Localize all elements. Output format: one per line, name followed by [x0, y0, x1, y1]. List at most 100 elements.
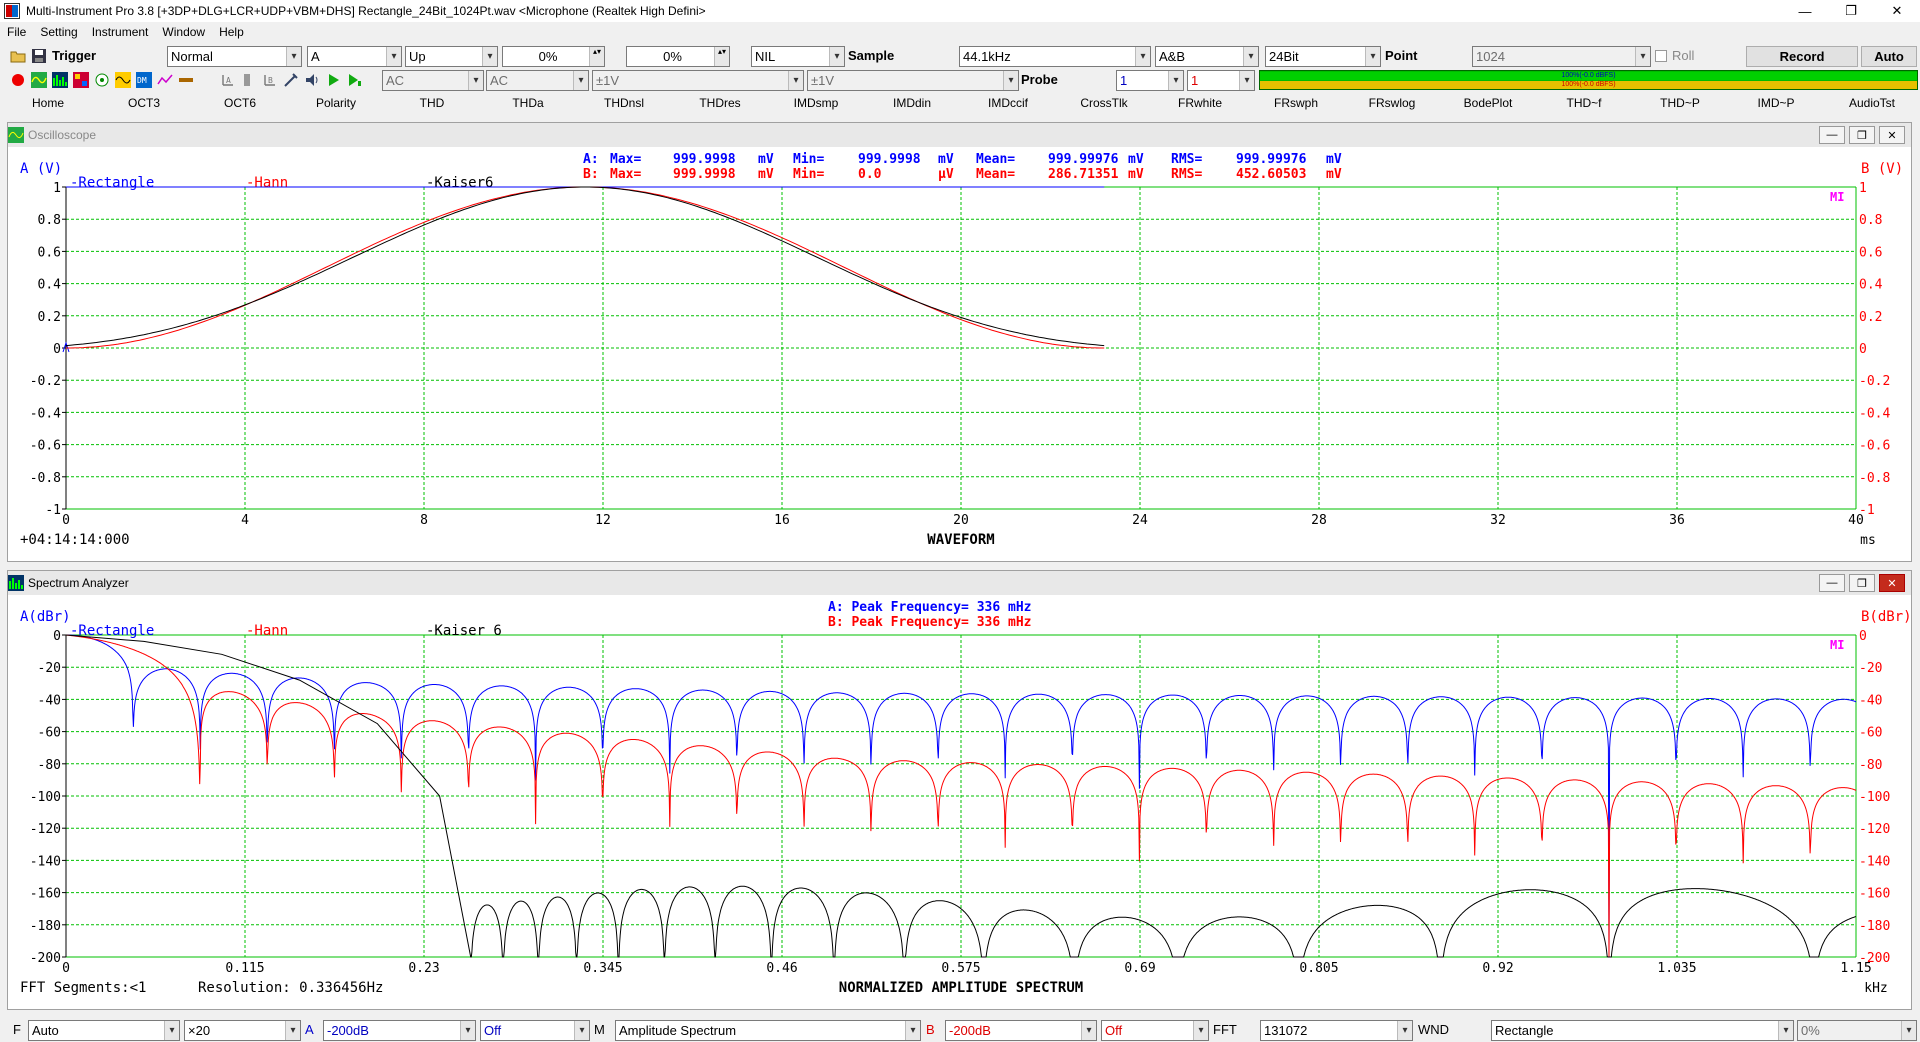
osc-y-tick-left: 1	[53, 181, 61, 196]
menu-instrument[interactable]: Instrument	[85, 25, 156, 39]
tab-frswph[interactable]: FRswph	[1248, 94, 1344, 112]
tab-imd-p[interactable]: IMD~P	[1728, 94, 1824, 112]
oscilloscope-plot[interactable]: 0 4 8 12 16 20 24 28 32 36 401 10.8 0.80.6 0.60.4 0.40…	[8, 147, 1911, 561]
spec-y-tick-right: -120	[1859, 822, 1890, 837]
spectrum-icon[interactable]	[52, 72, 68, 88]
trigger-edge-select[interactable]: Up	[405, 46, 498, 67]
tab-thdres[interactable]: THDres	[672, 94, 768, 112]
probe-a-select[interactable]: 1	[1116, 70, 1184, 91]
coupling-a-select[interactable]: AC	[382, 70, 484, 91]
tab-frwhite[interactable]: FRwhite	[1152, 94, 1248, 112]
fft-size-select[interactable]: 131072	[1260, 1020, 1413, 1041]
calibrate-icon[interactable]	[283, 72, 299, 88]
play-icon[interactable]	[325, 72, 341, 88]
trigger-label: Trigger	[52, 48, 97, 63]
tab-oct3[interactable]: OCT3	[96, 94, 192, 112]
menu-window[interactable]: Window	[155, 25, 212, 39]
cursor-b-icon[interactable]: B	[262, 72, 278, 88]
osc-y-tick-left: -0.6	[30, 439, 61, 454]
points-select[interactable]: 1024	[1472, 46, 1651, 67]
close-icon[interactable]: ✕	[1874, 0, 1920, 22]
trigger-delay-spinner[interactable]: 0%	[626, 46, 730, 67]
spectrum-mode-select[interactable]: Amplitude Spectrum	[615, 1020, 921, 1041]
a-label: A	[305, 1022, 314, 1037]
marker-icon[interactable]	[241, 72, 257, 88]
svg-text:A: A	[226, 76, 231, 85]
spec-y-tick-left: -160	[30, 887, 61, 902]
oscilloscope-close-icon[interactable]: ✕	[1879, 126, 1905, 144]
tab-bodeplot[interactable]: BodePlot	[1440, 94, 1536, 112]
osc-y-tick-left: 0.8	[38, 213, 61, 228]
tab-thd-f[interactable]: THD~f	[1536, 94, 1632, 112]
tab-oct6[interactable]: OCT6	[192, 94, 288, 112]
b-range-select[interactable]: -200dB	[945, 1020, 1097, 1041]
osc-stat-a: mV	[758, 152, 774, 167]
minimize-icon[interactable]: —	[1782, 0, 1828, 22]
b-weighting-select[interactable]: Off	[1101, 1020, 1209, 1041]
a-weighting-select[interactable]: Off	[480, 1020, 590, 1041]
nil-select[interactable]: NIL	[751, 46, 845, 67]
lcr-icon[interactable]	[178, 72, 194, 88]
cursor-a-icon[interactable]: A	[220, 72, 236, 88]
spectrum-minimize-icon[interactable]: —	[1819, 574, 1845, 592]
save-icon[interactable]	[31, 48, 47, 64]
spec-a-axis-label: A(dBr)	[20, 609, 71, 625]
menu-file[interactable]: File	[0, 25, 33, 39]
spectrum-close-icon[interactable]: ✕	[1879, 574, 1905, 592]
speaker-icon[interactable]	[304, 72, 320, 88]
auto-button[interactable]: Auto	[1861, 46, 1917, 67]
open-folder-icon[interactable]	[10, 48, 26, 64]
spec-fft-segments: FFT Segments:<1	[20, 980, 146, 996]
tab-thd[interactable]: THD	[384, 94, 480, 112]
oscilloscope-restore-icon[interactable]: ❐	[1849, 126, 1875, 144]
tab-imdccif[interactable]: IMDccif	[960, 94, 1056, 112]
oscilloscope-icon[interactable]	[31, 72, 47, 88]
multimeter-icon[interactable]: DM	[136, 72, 152, 88]
spec-y-tick-left: -200	[30, 951, 61, 966]
a-range-select[interactable]: -200dB	[323, 1020, 476, 1041]
spectrogram-icon[interactable]	[73, 72, 89, 88]
tab-thdnsl[interactable]: THDnsl	[576, 94, 672, 112]
tab-imdsmp[interactable]: IMDsmp	[768, 94, 864, 112]
data-logger-icon[interactable]	[157, 72, 173, 88]
phase-plot-icon[interactable]	[94, 72, 110, 88]
tab-frswlog[interactable]: FRswlog	[1344, 94, 1440, 112]
spectrum-plot[interactable]: 0 0.115 0.23 0.345 0.46 0.575 0.69 0.805 0.92 1.0…	[8, 595, 1911, 1009]
spec-peak-a: A: Peak Frequency= 336 mHz	[828, 600, 1032, 615]
tab-crosstlk[interactable]: CrossTlk	[1056, 94, 1152, 112]
spec-x-unit: kHz	[1864, 981, 1887, 996]
roll-checkbox[interactable]	[1655, 50, 1667, 62]
dds-generator-icon[interactable]	[115, 72, 131, 88]
sample-rate-select[interactable]: 44.1kHz	[959, 46, 1151, 67]
osc-x-tick: 20	[953, 513, 969, 528]
probe-b-select[interactable]: 1	[1187, 70, 1255, 91]
tab-imddin[interactable]: IMDdin	[864, 94, 960, 112]
zoom-select[interactable]: ×20	[184, 1020, 301, 1041]
tab-home[interactable]: Home	[0, 94, 96, 112]
window-function-select[interactable]: Rectangle	[1491, 1020, 1794, 1041]
bits-select[interactable]: 24Bit	[1265, 46, 1381, 67]
coupling-b-select[interactable]: AC	[486, 70, 589, 91]
tab-thd-p[interactable]: THD~P	[1632, 94, 1728, 112]
spectrum-restore-icon[interactable]: ❐	[1849, 574, 1875, 592]
tab-polarity[interactable]: Polarity	[288, 94, 384, 112]
stop-record-icon[interactable]	[10, 72, 26, 88]
record-button[interactable]: Record	[1746, 46, 1858, 67]
play-loop-icon[interactable]	[346, 72, 362, 88]
menu-help[interactable]: Help	[212, 25, 251, 39]
menu-setting[interactable]: Setting	[33, 25, 84, 39]
range-a-select[interactable]: ±1V	[592, 70, 804, 91]
tab-thda[interactable]: THDa	[480, 94, 576, 112]
frequency-axis-select[interactable]: Auto	[28, 1020, 180, 1041]
channels-select[interactable]: A&B	[1155, 46, 1259, 67]
trigger-channel-select[interactable]: A	[307, 46, 402, 67]
range-b-select[interactable]: ±1V	[807, 70, 1019, 91]
trigger-level-spinner[interactable]: 0%	[502, 46, 605, 67]
oscilloscope-minimize-icon[interactable]: —	[1819, 126, 1845, 144]
spec-resolution: Resolution: 0.336456Hz	[198, 980, 383, 996]
trigger-mode-select[interactable]: Normal	[167, 46, 302, 67]
restore-icon[interactable]: ❐	[1828, 0, 1874, 22]
tab-audiotst[interactable]: AudioTst	[1824, 94, 1920, 112]
osc-y-tick-left: 0	[53, 342, 61, 357]
overlap-select[interactable]: 0%	[1797, 1020, 1917, 1041]
